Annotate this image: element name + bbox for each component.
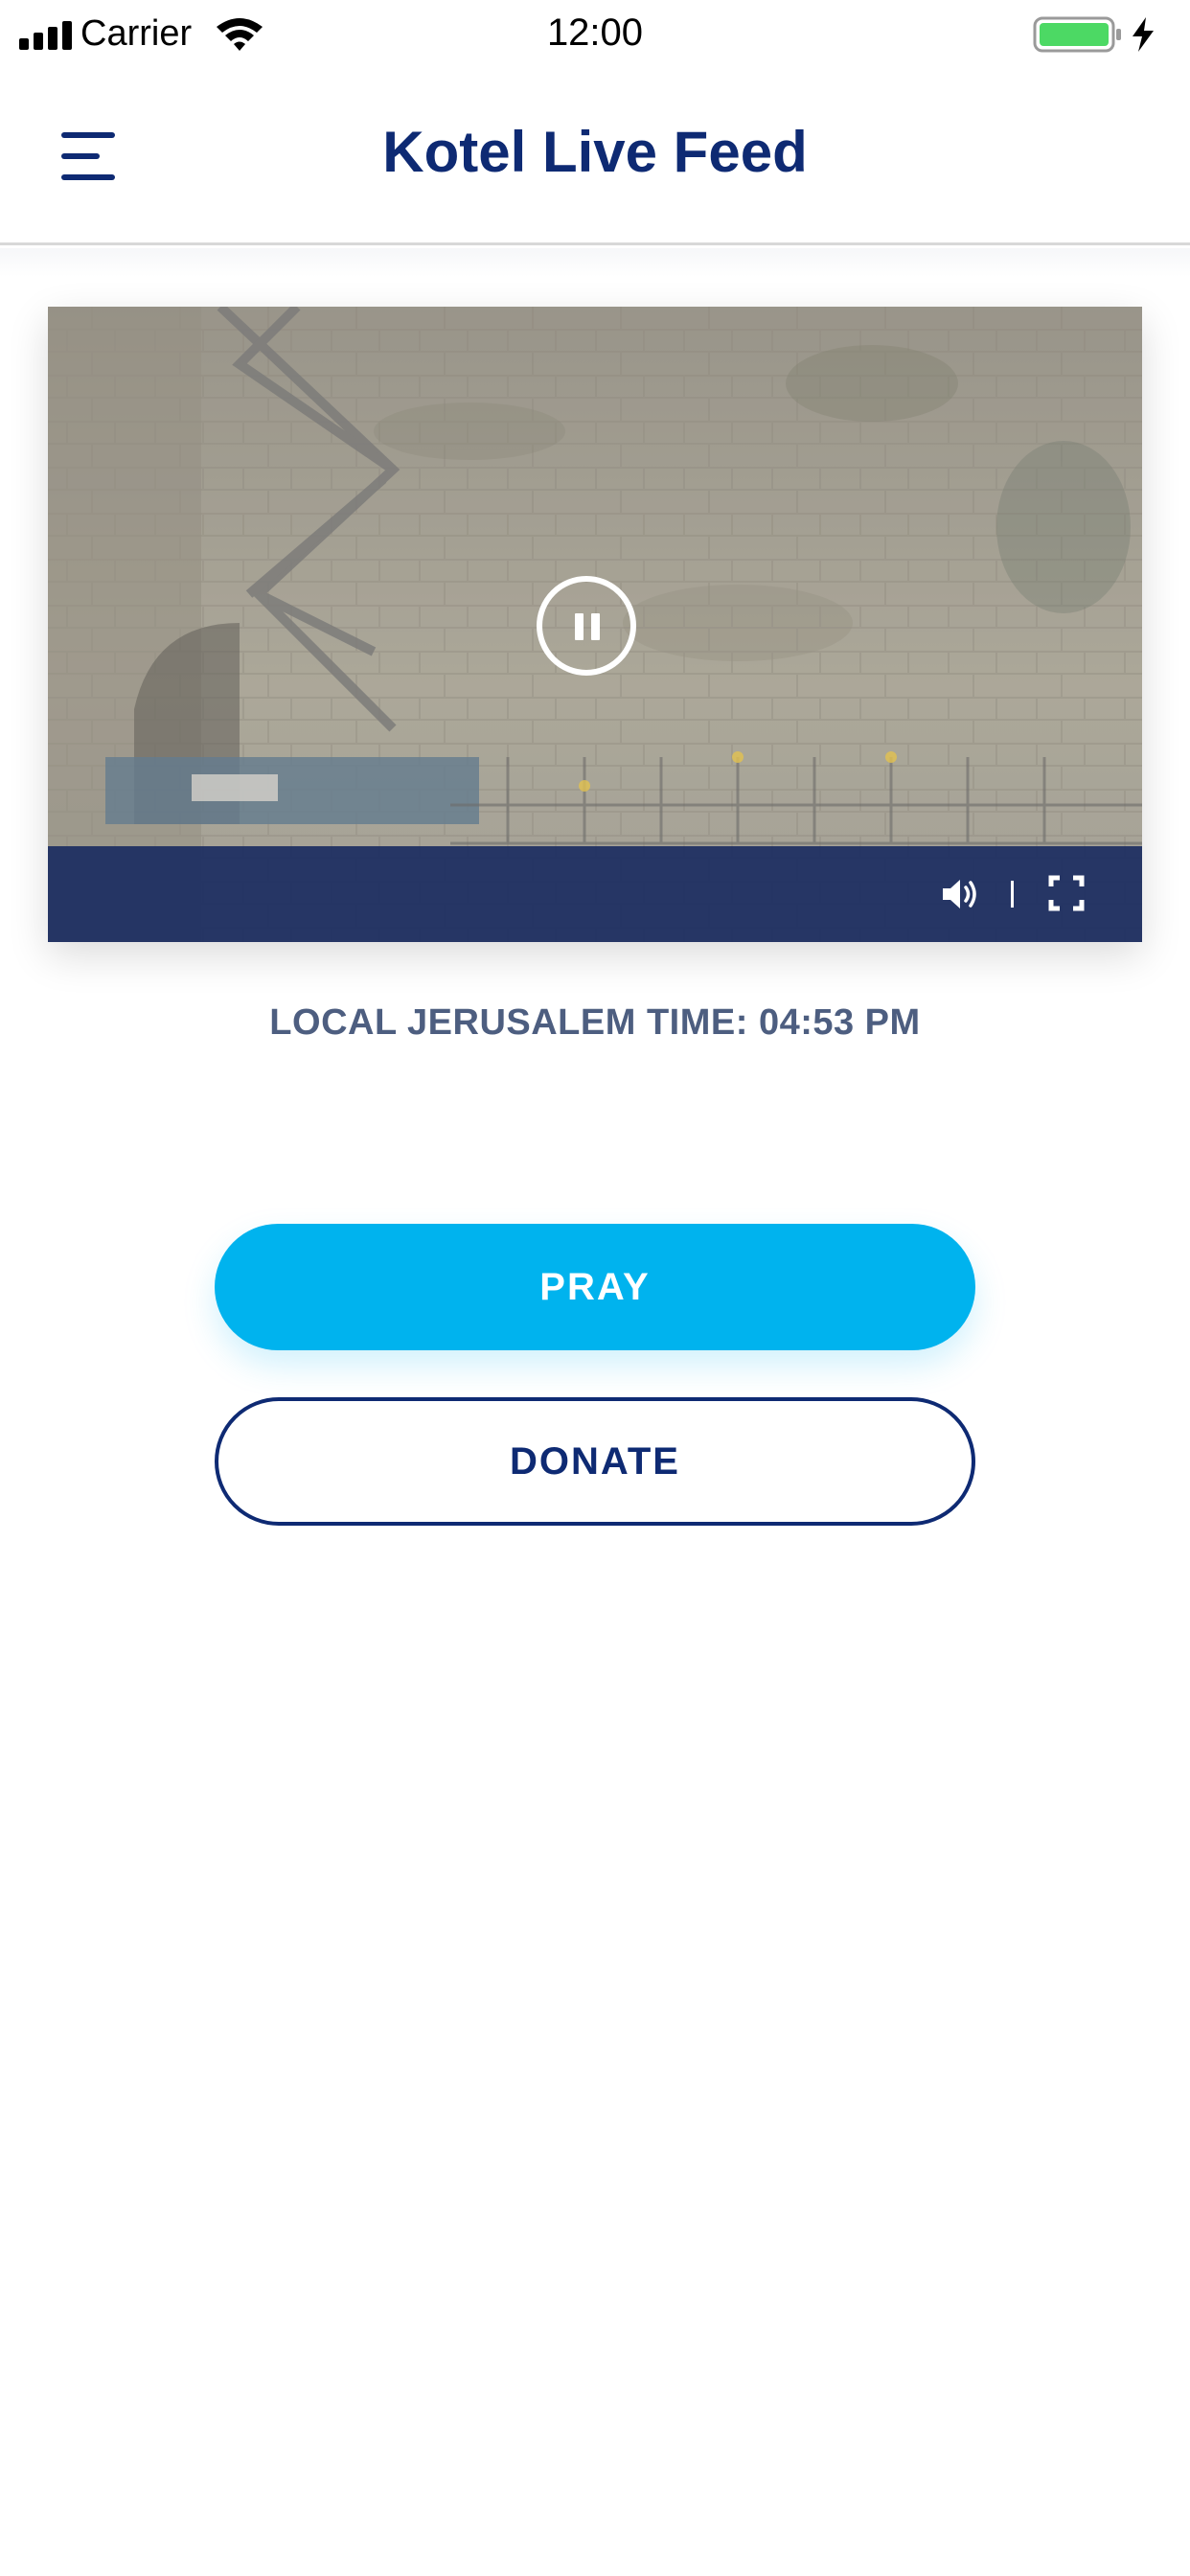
app-header: Kotel Live Feed	[0, 75, 1190, 245]
local-time-label: LOCAL JERUSALEM TIME: 04:53 PM	[269, 1002, 921, 1043]
status-bar: Carrier 12:00	[0, 0, 1190, 75]
pause-button[interactable]	[537, 576, 636, 676]
controls-divider	[1011, 881, 1014, 908]
clock: 12:00	[546, 12, 644, 54]
pause-icon	[575, 613, 584, 640]
live-video-player[interactable]	[48, 307, 1142, 942]
donate-button[interactable]: DONATE	[215, 1397, 975, 1526]
charging-bolt-icon	[1133, 17, 1154, 52]
page-title: Kotel Live Feed	[382, 120, 808, 184]
video-controls-bar	[48, 846, 1142, 942]
pause-icon-bar	[591, 613, 600, 640]
fullscreen-icon[interactable]	[1048, 875, 1085, 911]
pray-button[interactable]: PRAY	[215, 1224, 975, 1350]
volume-icon[interactable]	[941, 875, 981, 913]
battery-icon	[1033, 16, 1154, 53]
